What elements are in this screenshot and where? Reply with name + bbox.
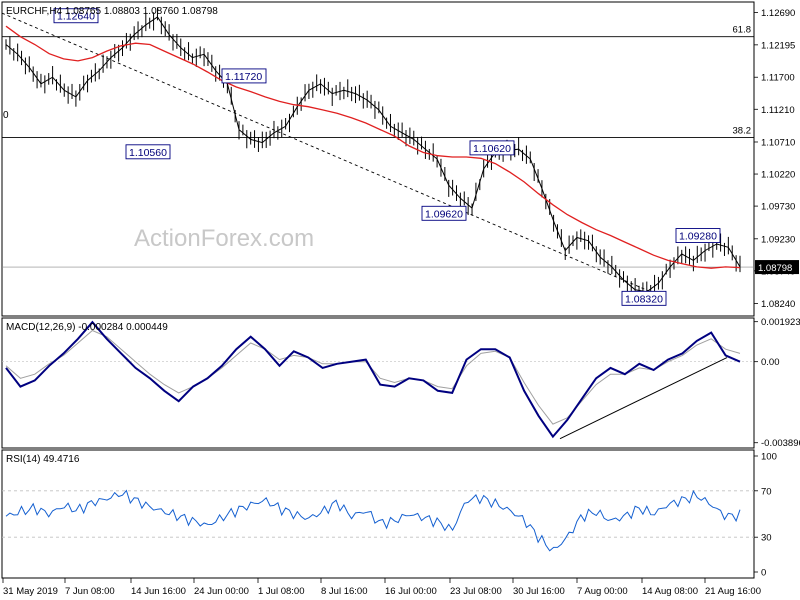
macd-panel	[1, 317, 755, 449]
price-header: EURCHF,H4 1.08765 1.08803 1.08760 1.0879…	[6, 6, 218, 17]
current-price-tag-label: 1.08798	[758, 263, 792, 274]
x-tick-label: 31 May 2019	[3, 586, 58, 597]
fib-level-label: 61.8	[733, 25, 752, 36]
macd-y-tick-label: 0.00	[761, 357, 780, 368]
price-annotation-label: 1.09620	[425, 208, 463, 220]
price-y-tick-label: 1.11700	[761, 73, 795, 84]
macd-header: MACD(12,26,9) -0.000284 0.000449	[6, 322, 168, 333]
rsi-y-tick-label: 0	[761, 568, 766, 579]
x-tick-label: 7 Aug 00:00	[577, 586, 628, 597]
x-tick-label: 30 Jul 16:00	[513, 586, 565, 597]
price-y-tick-label: 1.12690	[761, 8, 795, 19]
price-y-tick-label: 1.10220	[761, 170, 795, 181]
x-tick-label: 14 Jun 16:00	[131, 586, 186, 597]
macd-y-tick-label: -0.003896	[761, 438, 800, 449]
price-y-tick-label: 1.09230	[761, 234, 795, 245]
rsi-panel	[1, 449, 755, 579]
x-tick-label: 21 Aug 16:00	[705, 586, 761, 597]
watermark: ActionForex.com	[134, 225, 314, 252]
x-tick-label: 23 Jul 08:00	[450, 586, 502, 597]
price-annotation-label: 1.10620	[473, 143, 511, 155]
x-tick-label: 7 Jun 08:00	[65, 586, 115, 597]
price-y-tick-label: 1.11210	[761, 105, 795, 116]
x-tick-label: 1 Jul 08:00	[258, 586, 304, 597]
price-y-tick-label: 1.12195	[761, 40, 795, 51]
price-y-tick-label: 1.10710	[761, 137, 795, 148]
price-y-tick-label: 1.09730	[761, 202, 795, 213]
chart-canvas: ActionForex.com 61.8 38.2 1.12690 1.12195 1…	[1, 1, 800, 597]
x-tick-label: 16 Jul 00:00	[385, 586, 437, 597]
rsi-y-tick-label: 100	[761, 452, 777, 463]
price-annotation-label: 1.10560	[129, 147, 167, 159]
price-y-tick-label: 1.08240	[761, 299, 795, 310]
price-annotation-label: 1.09280	[679, 231, 717, 243]
left-edge-label: 0	[3, 110, 9, 121]
price-annotation-label: 1.11720	[225, 71, 262, 83]
macd-y-tick-label: 0.001923	[761, 317, 800, 328]
rsi-y-tick-label: 70	[761, 486, 772, 497]
x-tick-label: 24 Jun 00:00	[194, 586, 249, 597]
x-tick-label: 8 Jul 16:00	[321, 586, 367, 597]
rsi-header: RSI(14) 49.4716	[6, 454, 80, 465]
x-tick-label: 14 Aug 08:00	[642, 586, 698, 597]
fib-level-label: 38.2	[733, 125, 752, 136]
rsi-y-tick-label: 30	[761, 533, 772, 544]
price-annotation-label: 1.08320	[625, 293, 663, 305]
